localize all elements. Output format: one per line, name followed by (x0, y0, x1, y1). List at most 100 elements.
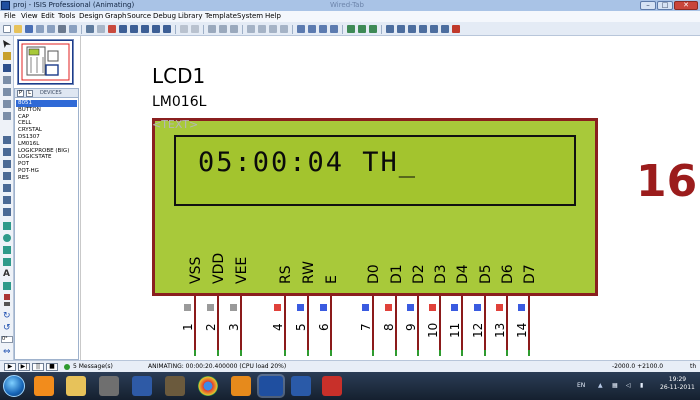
power-tray-icon[interactable]: ▮ (640, 372, 643, 400)
import-icon[interactable] (36, 25, 44, 33)
goto-sheet-icon[interactable] (408, 25, 416, 33)
search-tag-icon[interactable] (358, 25, 366, 33)
app-icon[interactable] (99, 376, 119, 396)
buses-icon[interactable] (3, 100, 11, 108)
menu-view[interactable]: View (21, 11, 38, 22)
menu-graph[interactable]: Graph (105, 11, 126, 22)
refresh-icon[interactable] (86, 25, 94, 33)
undo-icon[interactable] (180, 25, 188, 33)
library-manager-button[interactable]: L (26, 90, 33, 97)
2d-marker-icon[interactable] (4, 294, 10, 300)
wolfram-icon[interactable] (132, 376, 152, 396)
component-mode-icon[interactable] (3, 52, 11, 60)
generator-icon[interactable] (3, 184, 11, 192)
block-move-icon[interactable] (258, 25, 266, 33)
redo-icon[interactable] (191, 25, 199, 33)
device-item[interactable]: CELL (16, 120, 77, 127)
tray-arrow-icon[interactable]: ▲ (598, 372, 603, 400)
2d-circle-icon[interactable] (3, 234, 11, 242)
new-file-icon[interactable] (3, 25, 11, 33)
virtual-instruments-icon[interactable] (3, 208, 11, 216)
play-button[interactable]: ▶ (4, 363, 16, 371)
packaging-icon[interactable] (319, 25, 327, 33)
component-reference[interactable]: LCD1 (152, 64, 205, 88)
zoom-out-icon[interactable] (141, 25, 149, 33)
close-button[interactable]: ✕ (674, 1, 698, 10)
device-pins-icon[interactable] (3, 148, 11, 156)
menu-edit[interactable]: Edit (41, 11, 55, 22)
archive-icon[interactable] (165, 376, 185, 396)
pause-button[interactable]: || (32, 363, 44, 371)
device-item[interactable]: LOGICPROBE (BIG) (16, 148, 77, 155)
pick-device-button[interactable]: P (17, 90, 24, 97)
schematic-canvas[interactable]: LCD1 LM016L 05:00:04 TH_ <TEXT> 16 VSS V… (80, 36, 700, 360)
pick-device-icon[interactable] (297, 25, 305, 33)
wire-autorouter-icon[interactable] (347, 25, 355, 33)
electrical-check-icon[interactable] (430, 25, 438, 33)
start-button-icon[interactable] (3, 375, 25, 397)
device-item[interactable]: LM016L (16, 141, 77, 148)
rotation-angle-field[interactable]: 0° (1, 336, 13, 343)
menu-library[interactable]: Library (178, 11, 202, 22)
device-item[interactable]: POT-HG (16, 168, 77, 175)
2d-symbol-icon[interactable] (3, 282, 11, 290)
device-item[interactable]: POT (16, 161, 77, 168)
isis-taskbar-icon[interactable] (259, 376, 283, 396)
2d-arc-icon[interactable] (3, 246, 11, 254)
ares-icon[interactable] (452, 25, 460, 33)
grid-icon[interactable] (97, 25, 105, 33)
menu-debug[interactable]: Debug (153, 11, 176, 22)
selection-mode-icon[interactable] (3, 40, 11, 48)
chrome-icon[interactable] (198, 376, 218, 396)
netlist-icon[interactable] (441, 25, 449, 33)
block-rotate-icon[interactable] (269, 25, 277, 33)
text-placeholder[interactable]: <TEXT> (152, 118, 198, 131)
rotate-anticlockwise-icon[interactable]: ↺ (3, 324, 11, 333)
remove-sheet-icon[interactable] (397, 25, 405, 33)
wire-label-icon[interactable] (3, 76, 11, 84)
cut-icon[interactable] (208, 25, 216, 33)
block-delete-icon[interactable] (280, 25, 288, 33)
device-item[interactable]: CRYSTAL (16, 127, 77, 134)
new-sheet-icon[interactable] (386, 25, 394, 33)
save-icon[interactable] (25, 25, 33, 33)
maximize-button[interactable]: □ (657, 1, 673, 10)
language-indicator[interactable]: EN (577, 372, 585, 400)
open-folder-icon[interactable] (14, 25, 22, 33)
zoom-all-icon[interactable] (152, 25, 160, 33)
terminals-icon[interactable] (3, 136, 11, 144)
2d-text-icon[interactable]: A (3, 270, 11, 279)
rotate-icon[interactable]: ↻ (3, 312, 11, 321)
word-icon[interactable] (291, 376, 311, 396)
pan-icon[interactable] (119, 25, 127, 33)
junction-dot-icon[interactable] (3, 64, 11, 72)
step-button[interactable]: ▶| (18, 363, 30, 371)
rotate-clockwise-icon[interactable] (4, 302, 10, 306)
block-copy-icon[interactable] (247, 25, 255, 33)
minimize-button[interactable]: – (640, 1, 656, 10)
system-clock[interactable]: 19:29 26-11-2011 (660, 376, 695, 392)
origin-icon[interactable] (108, 25, 116, 33)
menu-system[interactable]: System (237, 11, 263, 22)
device-item[interactable]: DS1307 (16, 134, 77, 141)
menu-file[interactable]: File (4, 11, 16, 22)
stop-button[interactable]: ■ (46, 363, 58, 371)
text-script-icon[interactable] (3, 88, 11, 96)
voltage-probe-icon[interactable] (3, 196, 11, 204)
make-device-icon[interactable] (308, 25, 316, 33)
zoom-in-icon[interactable] (130, 25, 138, 33)
graph-mode-icon[interactable] (3, 160, 11, 168)
file-explorer-icon[interactable] (66, 376, 86, 396)
device-item[interactable]: CAP (16, 114, 77, 121)
menu-source[interactable]: Source (127, 11, 151, 22)
decompose-icon[interactable] (330, 25, 338, 33)
device-item[interactable]: BUTTON (16, 107, 77, 114)
acrobat-icon[interactable] (322, 376, 342, 396)
volume-tray-icon[interactable]: ◁ (626, 372, 631, 400)
copy-icon[interactable] (219, 25, 227, 33)
mirror-icon[interactable]: ⇔ (3, 348, 11, 357)
menu-template[interactable]: Template (205, 11, 237, 22)
menu-design[interactable]: Design (79, 11, 103, 22)
menu-help[interactable]: Help (265, 11, 281, 22)
component-model[interactable]: LM016L (152, 94, 206, 110)
